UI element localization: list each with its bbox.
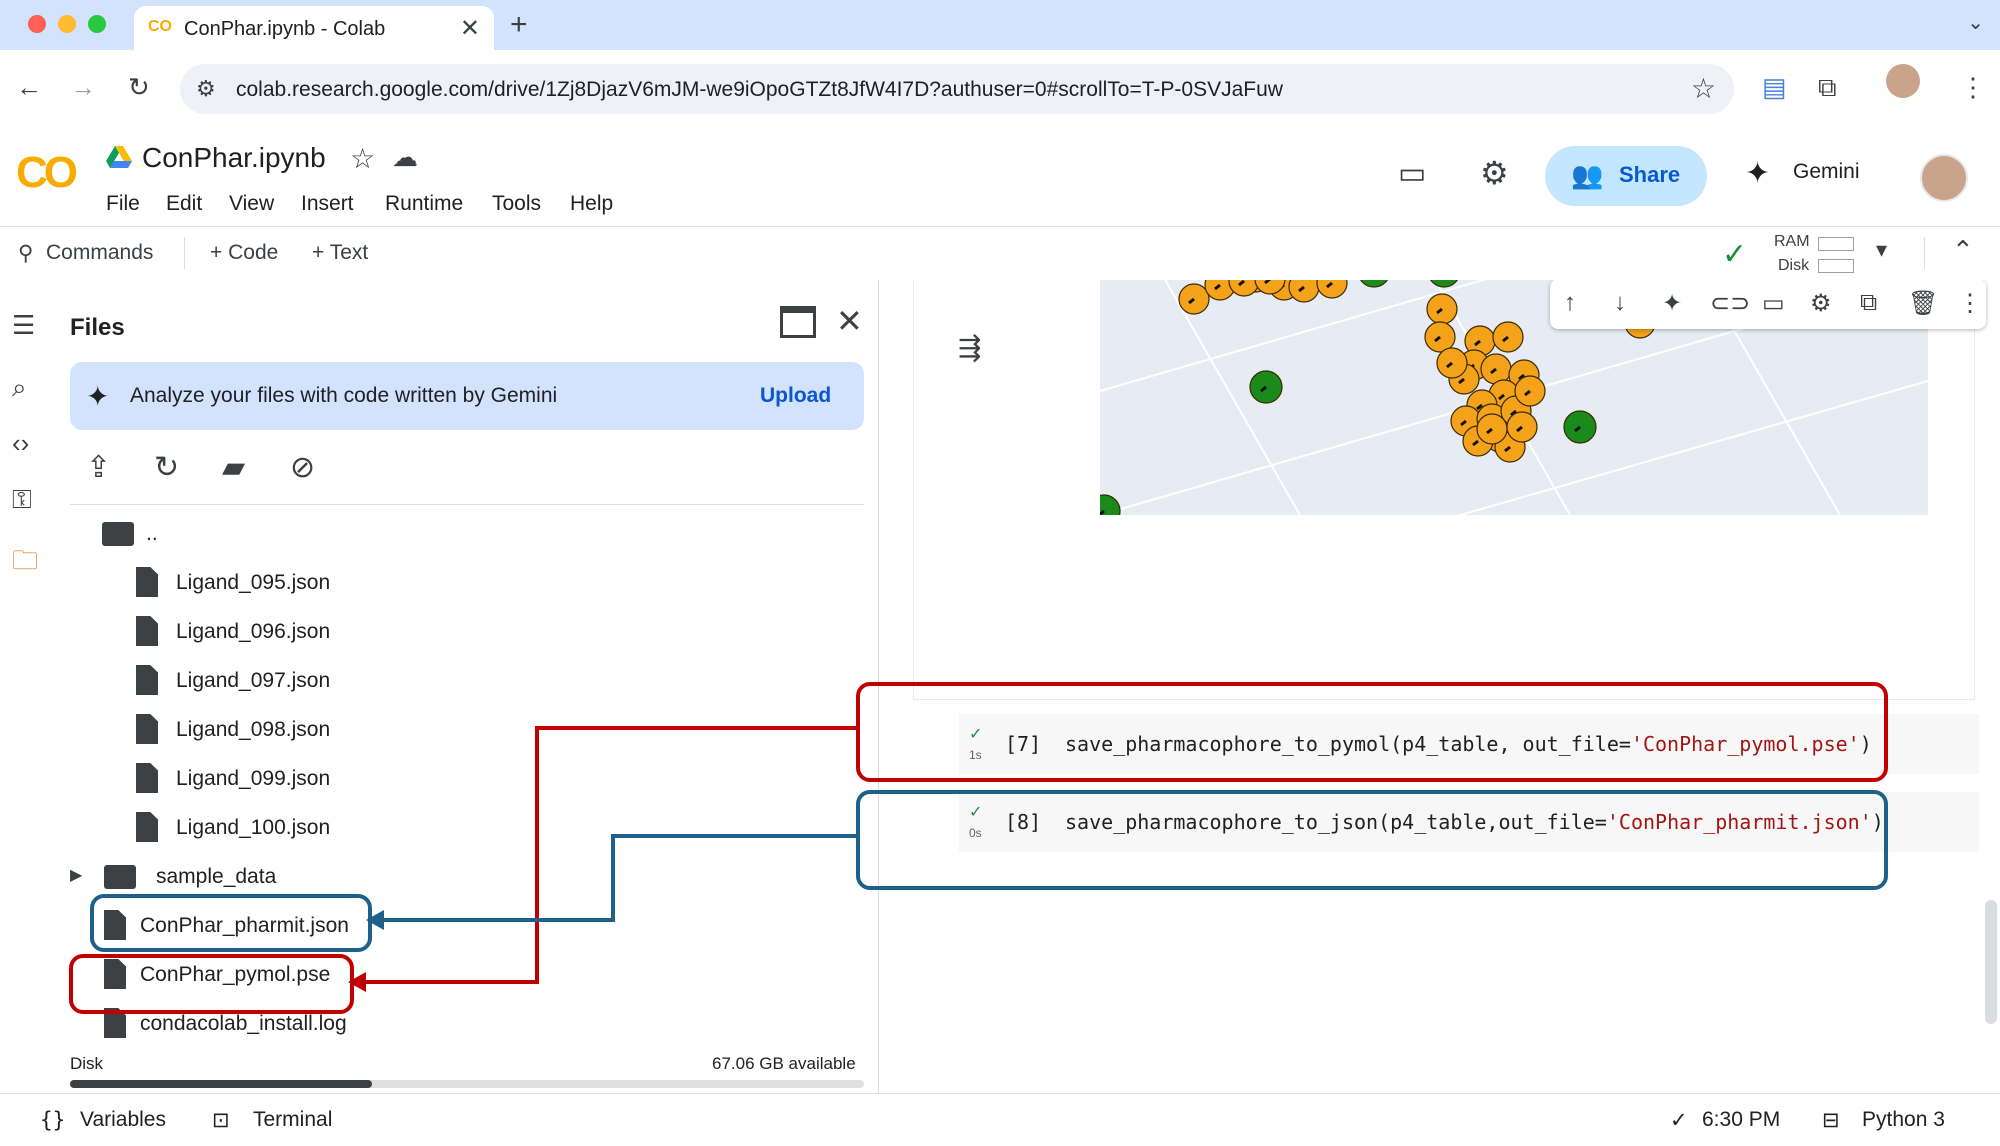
arrowhead-pymol: [348, 972, 366, 992]
arrow-pymol: [352, 726, 856, 984]
arrow-json: [370, 834, 856, 922]
annotation-arrows: [348, 726, 856, 992]
arrowhead-json: [366, 910, 384, 930]
